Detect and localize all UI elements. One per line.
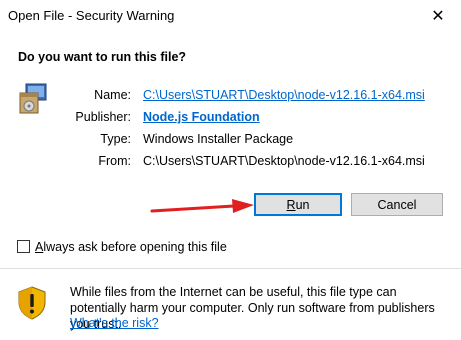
always-ask-checkbox[interactable]	[17, 240, 30, 253]
name-label: Name:	[94, 88, 131, 102]
cancel-button[interactable]: Cancel	[351, 193, 443, 216]
red-arrow-annotation	[150, 199, 254, 213]
run-button-label: un	[295, 197, 310, 212]
close-button[interactable]: ✕	[415, 0, 461, 32]
window-title: Open File - Security Warning	[8, 8, 175, 23]
type-label: Type:	[100, 132, 131, 146]
publisher-label: Publisher:	[75, 110, 131, 124]
publisher-link[interactable]: Node.js Foundation	[143, 110, 260, 124]
whats-the-risk-link[interactable]: What's the risk?	[70, 316, 159, 330]
from-value: C:\Users\STUART\Desktop\node-v12.16.1-x6…	[143, 154, 425, 168]
always-ask-label-text: lways ask before opening this file	[43, 240, 227, 254]
security-shield-icon	[18, 286, 46, 320]
name-link[interactable]: C:\Users\STUART\Desktop\node-v12.16.1-x6…	[143, 88, 425, 102]
dialog-question: Do you want to run this file?	[18, 50, 187, 64]
title-bar: Open File - Security Warning ✕	[0, 0, 461, 32]
run-button[interactable]: Run	[254, 193, 342, 216]
always-ask-label[interactable]: Always ask before opening this file	[35, 240, 227, 254]
type-value: Windows Installer Package	[143, 132, 294, 146]
from-label: From:	[98, 154, 131, 168]
run-button-accesskey: R	[286, 197, 296, 212]
cancel-button-label: Cancel	[377, 197, 417, 212]
close-icon: ✕	[431, 8, 445, 25]
